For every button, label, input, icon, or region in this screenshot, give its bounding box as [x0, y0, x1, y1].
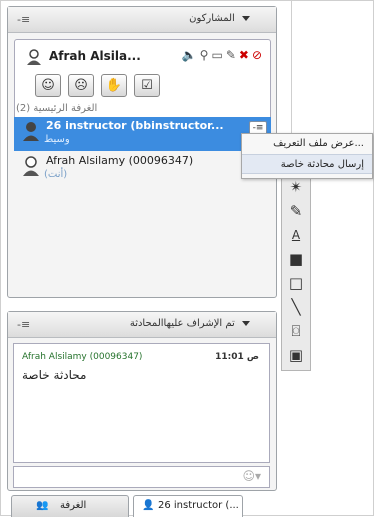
chevron-down-icon — [242, 15, 250, 21]
rect-tool-icon[interactable]: □ — [284, 272, 308, 294]
participant-role: وسيط — [44, 134, 70, 145]
panel-menu-icon[interactable]: -≡ — [17, 13, 30, 26]
room-label: (2) الغرفة الرئيسية — [16, 103, 98, 114]
chat-panel-header: -≡ تم الإشراف عليهاالمحادثة — [8, 312, 276, 338]
my-status-icons: 🔈 ⚲ ▭ ✎ ✖ ⊘ — [182, 48, 262, 62]
app-frame: -≡ المشاركون Afrah Alsila... 🔈 ⚲ ▭ ✎ ✖ ⊘… — [0, 0, 374, 517]
status-button[interactable]: ☹ — [68, 74, 94, 97]
participant-row[interactable]: Afrah Alsilamy (00096347) (أنت) — [14, 152, 271, 186]
clock-off-icon[interactable]: ⊘ — [252, 48, 262, 62]
raise-hand-button[interactable]: ✋ — [101, 74, 127, 97]
status-toolbar: ☺ ☹ ✋ ☑ — [35, 74, 160, 97]
chevron-down-icon — [242, 320, 250, 326]
camera-tool-icon[interactable]: ⌼ — [284, 320, 308, 342]
chat-title-text: تم الإشراف عليهاالمحادثة — [129, 318, 235, 329]
check-icon: ☑ — [141, 78, 153, 93]
image-tool-icon[interactable]: ▣ — [284, 344, 308, 366]
participant-row[interactable]: 26 instructor (bbinstructor... وسيط -≡ — [14, 117, 271, 151]
chat-bubble-icon[interactable]: ▭ — [211, 48, 222, 62]
user-tab-icon: 👤 — [142, 500, 155, 511]
message-time: 11:01 ص — [215, 352, 259, 362]
context-menu: عرض ملف التعريف... إرسال محادثة خاصة — [241, 133, 373, 179]
panel-menu-icon[interactable]: -≡ — [17, 318, 30, 331]
search-person-icon[interactable]: ⚲ — [200, 48, 209, 62]
text-tool-icon[interactable]: A — [284, 224, 308, 246]
sparkle-tool-icon[interactable]: ✴ — [284, 176, 308, 198]
hand-icon: ✋ — [105, 78, 123, 93]
participant-role: (أنت) — [44, 169, 68, 180]
tab-room-label: الغرفة — [60, 500, 87, 511]
participants-title[interactable]: المشاركون — [189, 13, 250, 24]
left-column: -≡ المشاركون Afrah Alsila... 🔈 ⚲ ▭ ✎ ✖ ⊘… — [7, 6, 277, 517]
participants-panel-header: -≡ المشاركون — [8, 7, 276, 33]
menu-item-view-profile[interactable]: عرض ملف التعريف... — [242, 134, 372, 154]
participants-panel: -≡ المشاركون Afrah Alsila... 🔈 ⚲ ▭ ✎ ✖ ⊘… — [7, 6, 277, 298]
emotion-icon: ☺ — [41, 78, 55, 93]
menu-item-send-private-chat[interactable]: إرسال محادثة خاصة — [242, 154, 372, 174]
whiteboard-toolbar: ✴ ✎ A ■ □ ╲ ⌼ ▣ — [281, 173, 311, 371]
chat-history: Afrah Alsilamy (00096347) 11:01 ص محادثة… — [13, 343, 270, 463]
user-icon — [23, 122, 39, 141]
fill-rect-tool-icon[interactable]: ■ — [284, 248, 308, 270]
mic-off-icon[interactable]: ✖ — [239, 48, 249, 62]
user-avatar-icon — [27, 49, 41, 65]
emotion-button[interactable]: ☺ — [35, 74, 61, 97]
tab-private-label: 26 instructor (... — [158, 500, 239, 511]
user-icon — [23, 156, 39, 176]
chat-input[interactable]: ☺▾ — [13, 466, 270, 488]
participant-name: 26 instructor (bbinstructor... — [46, 119, 224, 132]
message-author: Afrah Alsilamy (00096347) — [22, 352, 143, 362]
eraser-tool-icon[interactable]: ✎ — [284, 200, 308, 222]
tab-private-chat[interactable]: 👤 26 instructor (... — [133, 495, 243, 517]
speaker-icon[interactable]: 🔈 — [182, 48, 197, 62]
participant-name: Afrah Alsilamy (00096347) — [46, 154, 194, 167]
tab-room[interactable]: 👥 الغرفة — [11, 495, 129, 517]
chat-title[interactable]: تم الإشراف عليهاالمحادثة — [130, 318, 250, 329]
pencil-icon[interactable]: ✎ — [226, 48, 236, 62]
participants-title-text: المشاركون — [189, 13, 235, 24]
line-tool-icon[interactable]: ╲ — [284, 296, 308, 318]
message-text: محادثة خاصة — [22, 368, 87, 382]
check-button[interactable]: ☑ — [134, 74, 160, 97]
chat-tabs: 👥 الغرفة 👤 26 instructor (... — [7, 495, 277, 517]
smiley-icon[interactable]: ☺▾ — [242, 469, 261, 483]
my-name: Afrah Alsila... — [49, 49, 141, 63]
people-icon: 👥 — [36, 500, 49, 511]
status-icon: ☹ — [74, 78, 88, 93]
